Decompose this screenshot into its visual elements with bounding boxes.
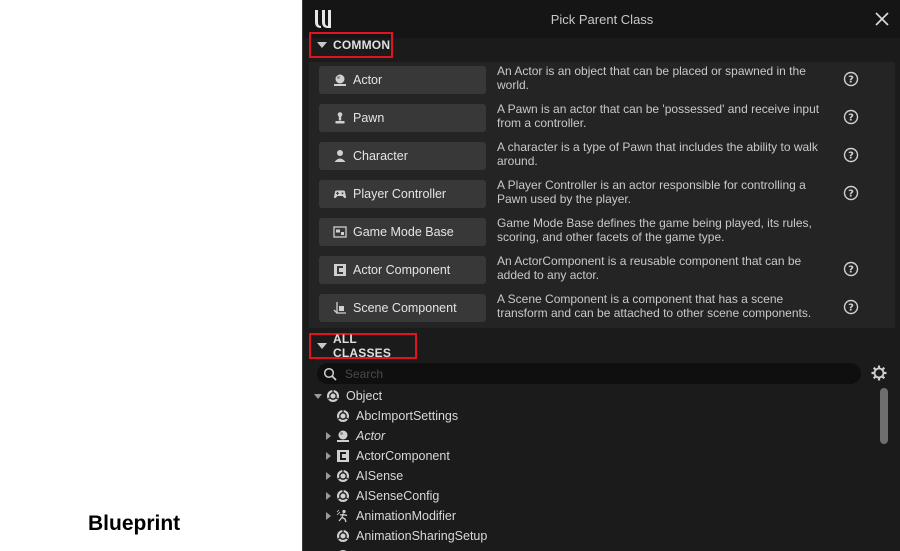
pawn-description: A Pawn is an actor that can be 'possesse… (497, 102, 820, 130)
help-icon[interactable]: ? (843, 261, 859, 277)
object-icon (337, 470, 349, 482)
svg-text:?: ? (848, 75, 854, 86)
tree-item-label: Object (346, 389, 383, 403)
tree-item-aisenseconfig[interactable]: AISenseConfig (303, 486, 881, 506)
help-icon[interactable]: ? (843, 109, 859, 125)
player-controller-button-label: Player Controller (353, 187, 447, 201)
actor-icon (337, 430, 349, 442)
common-section-label: COMMON (333, 38, 391, 52)
actor-button-label: Actor (353, 73, 383, 87)
player-controller-button[interactable]: Player Controller (319, 180, 486, 208)
tree-item-actor[interactable]: Actor (303, 426, 881, 446)
svg-text:?: ? (848, 265, 854, 276)
scrollbar-thumb[interactable] (880, 388, 888, 444)
actor-description: An Actor is an object that can be placed… (497, 64, 806, 92)
expand-arrow-icon[interactable] (323, 471, 333, 481)
search-icon (323, 367, 337, 381)
actor-component-icon (337, 450, 349, 462)
help-icon[interactable]: ? (843, 185, 859, 201)
help-icon[interactable]: ? (843, 147, 859, 163)
common-classes-panel: Actor An Actor is an object that can be … (309, 62, 895, 328)
tree-item-label: ActorComponent (356, 449, 450, 463)
actor-component-button[interactable]: Actor Component (319, 256, 486, 284)
expand-arrow-icon[interactable] (323, 511, 333, 521)
gamepad-icon (334, 190, 346, 199)
pick-parent-class-dialog: Pick Parent Class COMMON Actor An Actor … (302, 0, 900, 551)
all-classes-section-label: ALL CLASSES (333, 332, 392, 360)
actor-component-button-label: Actor Component (353, 263, 451, 277)
tree-item-label: AnimationSharingSetup (356, 529, 488, 543)
expand-arrow-icon[interactable] (323, 431, 333, 441)
collapse-triangle-icon (317, 42, 327, 48)
common-class-row: Pawn A Pawn is an actor that can be 'pos… (309, 100, 895, 138)
expand-arrow-icon[interactable] (323, 451, 333, 461)
blueprint-caption: Blueprint (88, 512, 181, 535)
class-tree: Object AbcImportSettings Actor ActorComp… (303, 386, 881, 551)
game-mode-base-description: Game Mode Base defines the game being pl… (497, 216, 812, 244)
tree-item-label: AnimationModifier (356, 509, 457, 523)
object-icon (327, 390, 339, 402)
expand-arrow-icon[interactable] (313, 391, 323, 401)
object-icon (337, 410, 349, 422)
search-input[interactable] (345, 366, 825, 381)
character-icon (334, 150, 346, 162)
pawn-button-label: Pawn (353, 111, 385, 125)
tree-item-partial[interactable] (303, 546, 881, 551)
all-classes-section-header[interactable]: ALL CLASSES (309, 332, 417, 360)
actor-icon (334, 74, 346, 86)
expand-arrow-icon[interactable] (323, 491, 333, 501)
help-icon[interactable]: ? (843, 71, 859, 87)
character-description: A character is a type of Pawn that inclu… (497, 140, 818, 168)
tree-item-label: Actor (356, 429, 386, 443)
character-button-label: Character (353, 149, 408, 163)
gear-icon[interactable] (870, 364, 888, 382)
common-class-row: Player Controller A Player Controller is… (309, 176, 895, 214)
tree-item-animationsharingsetup[interactable]: AnimationSharingSetup (303, 526, 881, 546)
common-class-row: Scene Component A Scene Component is a c… (309, 290, 895, 328)
class-search-box (317, 363, 861, 384)
actor-component-icon (334, 264, 346, 276)
tree-item-label: AbcImportSettings (356, 409, 459, 423)
common-section-header[interactable]: COMMON (309, 32, 393, 58)
game-mode-base-button-label: Game Mode Base (353, 225, 454, 239)
object-icon (337, 530, 349, 542)
common-class-row: Actor An Actor is an object that can be … (309, 62, 895, 100)
character-button[interactable]: Character (319, 142, 486, 170)
tree-scrollbar[interactable] (880, 388, 888, 548)
common-class-row: Character A character is a type of Pawn … (309, 138, 895, 176)
svg-text:?: ? (848, 303, 854, 314)
collapse-triangle-icon (317, 343, 327, 349)
svg-text:?: ? (848, 189, 854, 200)
tree-item-aisense[interactable]: AISense (303, 466, 881, 486)
page: Blueprint Pick Parent Class COMMON Actor (0, 0, 900, 551)
pawn-icon (335, 112, 345, 124)
common-class-row: Game Mode Base Game Mode Base defines th… (309, 214, 895, 252)
close-icon[interactable] (873, 10, 891, 28)
tree-item-animationmodifier[interactable]: AnimationModifier (303, 506, 881, 526)
tree-item-label: AISense (356, 469, 404, 483)
tree-item-actorcomponent[interactable]: ActorComponent (303, 446, 881, 466)
actor-component-description: An ActorComponent is a reusable componen… (497, 254, 802, 282)
game-mode-icon (333, 226, 347, 238)
scene-component-button-label: Scene Component (353, 301, 457, 315)
player-controller-description: A Player Controller is an actor responsi… (497, 178, 806, 206)
object-icon (337, 490, 349, 502)
tree-item-abcimportsettings[interactable]: AbcImportSettings (303, 406, 881, 426)
common-class-row: Actor Component An ActorComponent is a r… (309, 252, 895, 290)
help-icon[interactable]: ? (843, 299, 859, 315)
scene-component-icon (333, 302, 346, 314)
game-mode-base-button[interactable]: Game Mode Base (319, 218, 486, 246)
scene-component-button[interactable]: Scene Component (319, 294, 486, 322)
svg-text:?: ? (848, 113, 854, 124)
animation-modifier-icon (336, 509, 348, 523)
tree-item-label: AISenseConfig (356, 489, 440, 503)
tree-item-object[interactable]: Object (303, 386, 881, 406)
pawn-button[interactable]: Pawn (319, 104, 486, 132)
actor-button[interactable]: Actor (319, 66, 486, 94)
scene-component-description: A Scene Component is a component that ha… (497, 292, 812, 320)
svg-text:?: ? (848, 151, 854, 162)
